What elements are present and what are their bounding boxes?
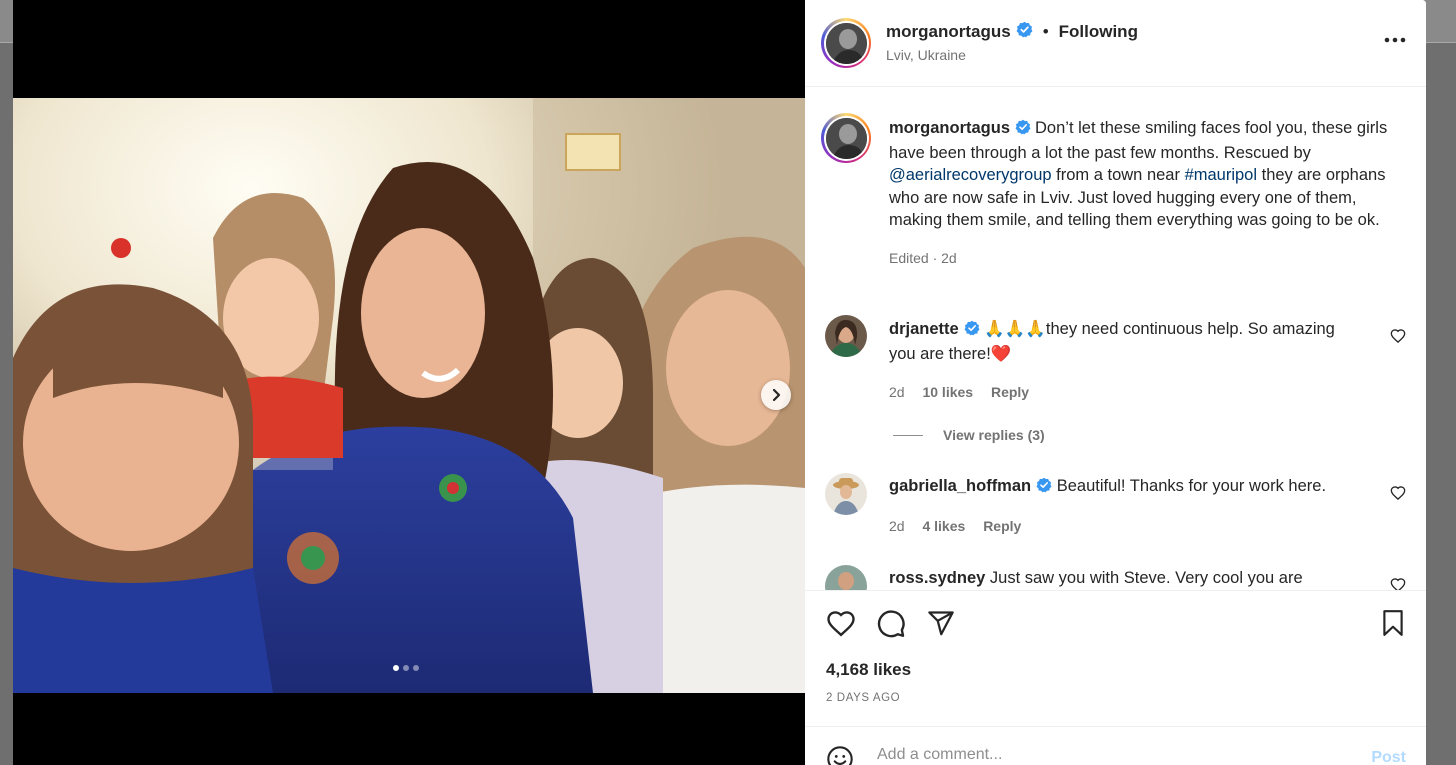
next-photo-button[interactable] [761, 380, 791, 410]
comment-avatar-drjanette[interactable] [825, 315, 867, 357]
verified-icon [964, 320, 980, 343]
comment-icon [877, 610, 905, 638]
comment-button[interactable] [876, 609, 906, 644]
chevron-right-icon [772, 388, 781, 402]
comment-avatar-gabriella[interactable] [825, 473, 867, 515]
verified-icon [1016, 21, 1033, 43]
carousel-indicator [393, 665, 419, 671]
more-options-button[interactable] [1384, 30, 1406, 48]
verified-icon [1036, 477, 1052, 500]
author-avatar [825, 22, 867, 64]
heart-icon [827, 611, 855, 637]
caption-username[interactable]: morganortagus [889, 119, 1010, 137]
view-replies-line [893, 434, 923, 436]
comment-username[interactable]: drjanette [889, 320, 959, 338]
emoji-button[interactable] [826, 745, 854, 765]
comment-username[interactable]: ross.sydney [889, 569, 985, 587]
comment-username[interactable]: gabriella_hoffman [889, 477, 1031, 495]
post-location[interactable]: Lviv, Ukraine [886, 47, 966, 63]
caption-meta: Edited · 2d [889, 249, 957, 266]
comment-reply-button[interactable]: Reply [991, 384, 1029, 400]
comment-like-button[interactable] [1390, 485, 1406, 505]
comment-avatar-ross[interactable] [825, 565, 867, 590]
post-comment-button[interactable]: Post [1371, 749, 1406, 765]
caption-text-2: from a town near [1051, 166, 1185, 184]
post-sidebar: morganortagus • Following Lviv, Ukraine [805, 0, 1426, 765]
comment-text: Beautiful! Thanks for your work here. [1052, 477, 1327, 495]
verified-icon [1015, 119, 1031, 142]
caption-avatar-ring[interactable] [821, 113, 871, 163]
post-modal: morganortagus • Following Lviv, Ukraine [13, 0, 1426, 765]
add-comment-bar: Post [805, 726, 1426, 765]
comment-age: 2d [889, 518, 905, 534]
header-user-row: morganortagus • Following [886, 21, 1138, 43]
heart-icon [1390, 486, 1406, 501]
group-selfie-image [13, 98, 805, 693]
post-header: morganortagus • Following Lviv, Ukraine [805, 0, 1426, 87]
comment-text: Just saw you with Steve. Very cool you a… [985, 569, 1303, 587]
like-button[interactable] [826, 609, 856, 642]
caption-mention-link[interactable]: @aerialrecoverygroup [889, 166, 1052, 184]
emoji-icon [827, 746, 853, 765]
more-icon [1384, 37, 1406, 43]
share-button[interactable] [926, 609, 956, 642]
heart-icon [1390, 329, 1406, 344]
comment-item: gabriella_hoffman Beautiful! Thanks for … [889, 475, 1349, 500]
author-username[interactable]: morganortagus [886, 22, 1011, 42]
likes-count[interactable]: 4,168 likes [826, 660, 911, 680]
comment-likes[interactable]: 10 likes [922, 384, 973, 400]
comment-meta: 2d 4 likes Reply [889, 518, 1021, 534]
comment-reply-button[interactable]: Reply [983, 518, 1021, 534]
comment-input[interactable] [875, 745, 1319, 765]
comment-item: ross.sydney Just saw you with Steve. Ver… [889, 567, 1349, 590]
comment-item: drjanette 🙏🙏🙏they need continuous help. … [889, 318, 1349, 365]
comment-like-button[interactable] [1390, 577, 1406, 590]
carousel-dot-1 [393, 665, 399, 671]
view-replies-label: View replies (3) [943, 427, 1045, 443]
post-date: 2 DAYS AGO [826, 692, 901, 704]
comment-age: 2d [889, 384, 905, 400]
comment-meta: 2d 10 likes Reply [889, 384, 1029, 400]
carousel-dot-2 [403, 665, 409, 671]
following-button[interactable]: Following [1059, 22, 1138, 42]
author-avatar-ring[interactable] [821, 18, 871, 68]
bookmark-icon [1383, 610, 1403, 636]
share-icon [928, 611, 954, 636]
view-replies-button[interactable]: View replies (3) [893, 427, 1045, 443]
comments-panel[interactable]: morganortagus Don’t let these smiling fac… [805, 87, 1426, 590]
header-separator: • [1042, 22, 1049, 41]
post-media [13, 0, 805, 765]
post-photo [13, 98, 805, 693]
post-caption: morganortagus Don’t let these smiling fac… [889, 117, 1409, 269]
comment-likes[interactable]: 4 likes [922, 518, 965, 534]
caption-hashtag-link[interactable]: #mauripol [1185, 166, 1257, 184]
heart-icon [1390, 578, 1406, 590]
carousel-dot-3 [413, 665, 419, 671]
action-bar: 4,168 likes 2 DAYS AGO [805, 590, 1426, 727]
caption-avatar [825, 117, 867, 159]
comment-like-button[interactable] [1390, 328, 1406, 348]
save-button[interactable] [1380, 609, 1406, 642]
